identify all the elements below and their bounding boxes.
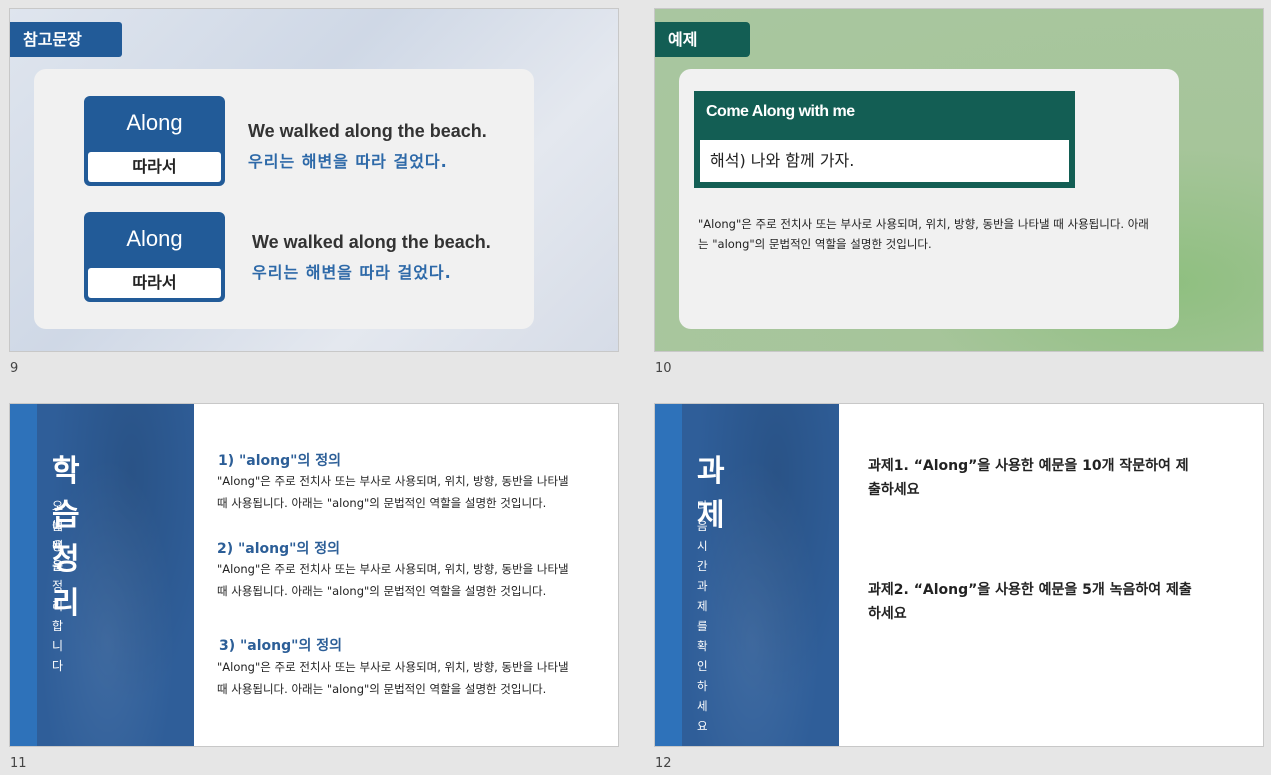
slide-number: 9 — [10, 361, 19, 376]
word-label: Along — [126, 226, 183, 251]
english-sentence: We walked along the beach. — [248, 121, 487, 141]
slide-tag: 참고문장 — [10, 22, 122, 57]
side-strip — [10, 404, 37, 746]
subtitle-line: 내용을 정리합니다 — [52, 519, 64, 673]
task-item: 과제2. “Along”을 사용한 예문을 5개 녹음하여 제출하세요 — [868, 582, 1192, 622]
word-box: Along 따라서 — [84, 96, 225, 186]
content-card: Come Along with me 해석) 나와 함께 가자. "Along"… — [679, 69, 1179, 329]
meaning-label: 따라서 — [88, 268, 221, 298]
example-title: Come Along with me — [706, 103, 855, 120]
example-translation: 해석) 나와 함께 가자. — [700, 140, 1069, 182]
english-sentence: We walked along the beach. — [252, 232, 491, 252]
slide-thumbnail-12[interactable]: 과제 다음시간 과제를 확인하세요 과제1. “Along”을 사용한 예문을 … — [654, 403, 1264, 747]
summary-body: "Along"은 주로 전치사 또는 부사로 사용되며, 위치, 방향, 동반을… — [217, 562, 569, 598]
slide-number: 10 — [655, 361, 672, 376]
slide-number: 11 — [10, 756, 27, 771]
summary-heading: 3) "along"의 정의 — [219, 638, 342, 654]
example-box: Come Along with me 해석) 나와 함께 가자. — [694, 91, 1075, 188]
word-label: Along — [126, 110, 183, 135]
side-strip — [655, 404, 682, 746]
slide-thumbnail-9[interactable]: 참고문장 Along 따라서 We walked along the beach… — [9, 8, 619, 352]
subtitle: 다음시간 과제를 확인하세요 — [697, 499, 708, 733]
korean-sentence: 우리는 해변을 따라 걸었다. — [248, 152, 448, 171]
meaning-label: 따라서 — [88, 152, 221, 182]
summary-heading: 1) "along"의 정의 — [218, 453, 341, 469]
content-card: Along 따라서 We walked along the beach. 우리는… — [34, 69, 534, 329]
slide-thumbnail-11[interactable]: 학습정리 오늘 배운 내용을 정리합니다 1) "along"의 정의 "Alo… — [9, 403, 619, 747]
slide-thumbnail-10[interactable]: 예제 Come Along with me 해석) 나와 함께 가자. "Alo… — [654, 8, 1264, 352]
word-box: Along 따라서 — [84, 212, 225, 302]
summary-body: "Along"은 주로 전치사 또는 부사로 사용되며, 위치, 방향, 동반을… — [217, 474, 569, 510]
summary-body: "Along"은 주로 전치사 또는 부사로 사용되며, 위치, 방향, 동반을… — [217, 660, 569, 696]
task-item: 과제1. “Along”을 사용한 예문을 10개 작문하여 제출하세요 — [868, 458, 1189, 498]
slide-tag: 예제 — [655, 22, 750, 57]
korean-sentence: 우리는 해변을 따라 걸었다. — [252, 263, 452, 282]
summary-heading: 2) "along"의 정의 — [217, 541, 340, 557]
description-text: "Along"은 주로 전치사 또는 부사로 사용되며, 위치, 방향, 동반을… — [698, 217, 1149, 251]
slide-number: 12 — [655, 756, 672, 771]
